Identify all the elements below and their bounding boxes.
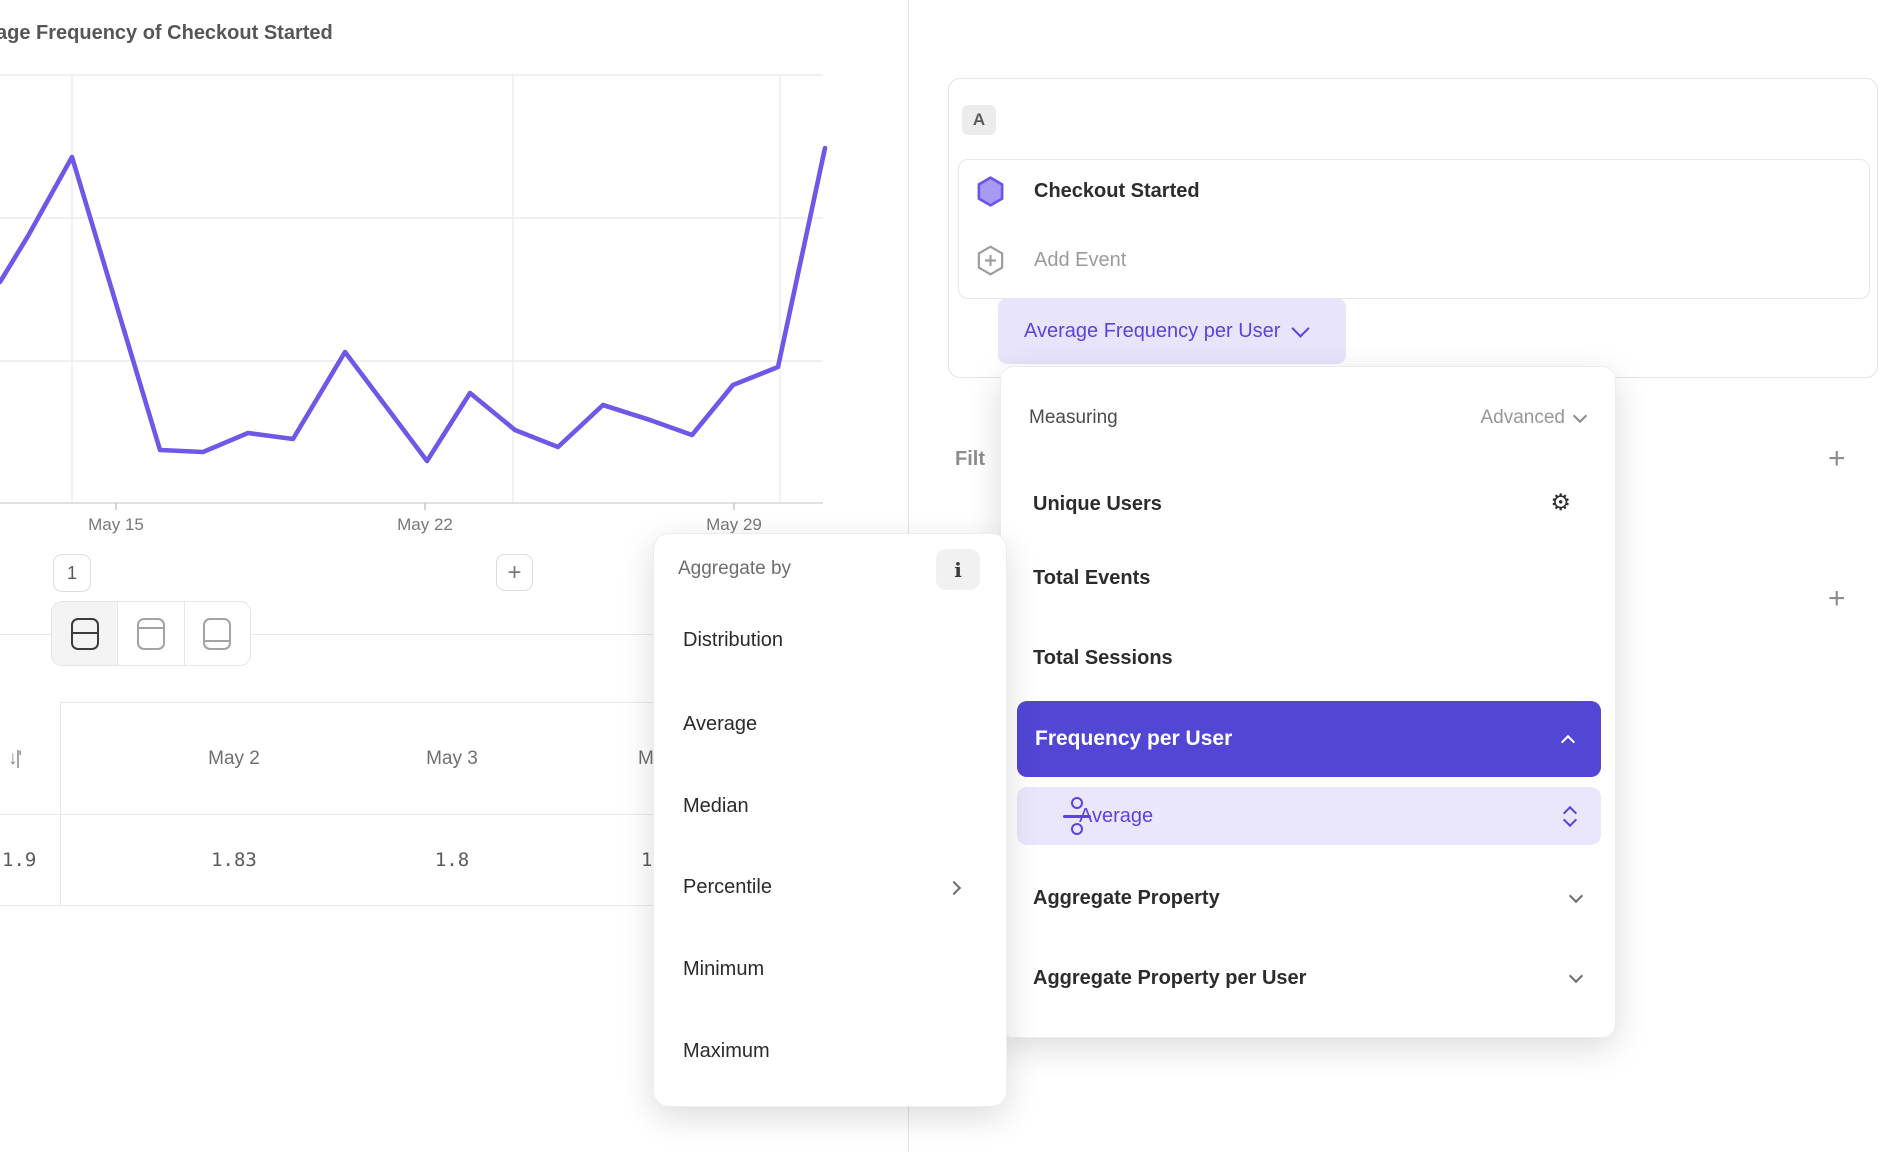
menu-item-frequency-per-user-selected[interactable]: Frequency per User [1017, 701, 1601, 777]
chevron-up-down-icon [1537, 808, 1575, 825]
add-annotation-button[interactable]: + [496, 554, 533, 591]
advanced-label: Advanced [1480, 407, 1565, 429]
x-axis-label: May 22 [380, 515, 470, 535]
metric-letter-badge: A [962, 105, 996, 135]
add-filter-button[interactable]: + [1828, 444, 1846, 474]
frequency-per-user-label: Frequency per User [1035, 727, 1232, 751]
add-breakdown-button[interactable]: + [1828, 584, 1846, 614]
average-divide-icon [1059, 797, 1095, 835]
x-axis-label: May 15 [71, 515, 161, 535]
add-event-icon [977, 245, 1004, 276]
menu-item-minimum[interactable]: Minimum [683, 958, 764, 981]
toggle-table-view[interactable] [185, 602, 250, 665]
gear-icon[interactable]: ⚙ [1550, 491, 1571, 514]
menu-item-total-sessions[interactable]: Total Sessions [1033, 647, 1173, 670]
x-axis-label: May 29 [689, 515, 779, 535]
filter-section-label: Filt [955, 448, 1001, 471]
measuring-header: Measuring [1029, 407, 1118, 429]
chart-series-line[interactable] [0, 148, 825, 461]
table-cell: 1.8 [402, 849, 502, 871]
granularity-button[interactable]: 1 [53, 554, 91, 592]
chevron-down-icon [1573, 409, 1587, 423]
metrics-heading: Metrics [953, 0, 1041, 5]
event-card: Checkout Started Add Event [958, 159, 1870, 299]
table-col-header[interactable]: May 2 [184, 748, 284, 770]
event-name[interactable]: Checkout Started [1034, 180, 1200, 203]
measurement-dropdown-label: Average Frequency per User [1024, 320, 1280, 343]
aggregate-by-header: Aggregate by [678, 558, 791, 580]
table-cell: 1.83 [184, 849, 284, 871]
toggle-chart-view[interactable] [118, 602, 184, 665]
measurement-dropdown-button[interactable]: Average Frequency per User [998, 298, 1346, 364]
advanced-toggle[interactable]: Advanced [1480, 407, 1585, 429]
menu-subitem-average[interactable]: Average [1017, 787, 1601, 845]
measuring-dropdown: Measuring Advanced Unique Users ⚙ Total … [1000, 366, 1616, 1038]
chevron-down-icon [1292, 319, 1310, 337]
view-toggle-group [51, 601, 251, 666]
table-cell: 1.9 [2, 849, 36, 871]
chevron-down-icon [1569, 969, 1583, 983]
table-sort-icon[interactable]: ↓|ʹ [8, 748, 20, 770]
chart-view-icon [137, 618, 165, 650]
aggregate-by-dropdown: Aggregate by i Distribution Average Medi… [653, 533, 1007, 1107]
info-icon[interactable]: i [936, 549, 980, 590]
chevron-right-icon [947, 881, 961, 895]
line-chart [0, 0, 908, 560]
table-col-header[interactable]: May 3 [402, 748, 502, 770]
menu-item-aggregate-property-per-user[interactable]: Aggregate Property per User [1033, 967, 1306, 990]
split-view-icon [71, 618, 99, 650]
add-event-button[interactable]: Add Event [1034, 249, 1126, 272]
chevron-up-icon [1561, 735, 1575, 749]
table-col-header[interactable]: M [638, 748, 653, 770]
menu-item-total-events[interactable]: Total Events [1033, 567, 1150, 590]
table-col-border [60, 702, 61, 905]
chevron-down-icon [1569, 889, 1583, 903]
menu-item-unique-users[interactable]: Unique Users [1033, 493, 1162, 516]
menu-item-aggregate-property[interactable]: Aggregate Property [1033, 887, 1220, 910]
menu-item-average[interactable]: Average [683, 713, 757, 736]
menu-item-maximum[interactable]: Maximum [683, 1040, 770, 1063]
event-hexagon-icon [977, 176, 1004, 207]
menu-item-percentile[interactable]: Percentile [683, 876, 772, 899]
toggle-split-view[interactable] [52, 602, 118, 665]
table-view-icon [203, 618, 231, 650]
menu-item-distribution[interactable]: Distribution [683, 629, 783, 652]
menu-item-median[interactable]: Median [683, 795, 749, 818]
